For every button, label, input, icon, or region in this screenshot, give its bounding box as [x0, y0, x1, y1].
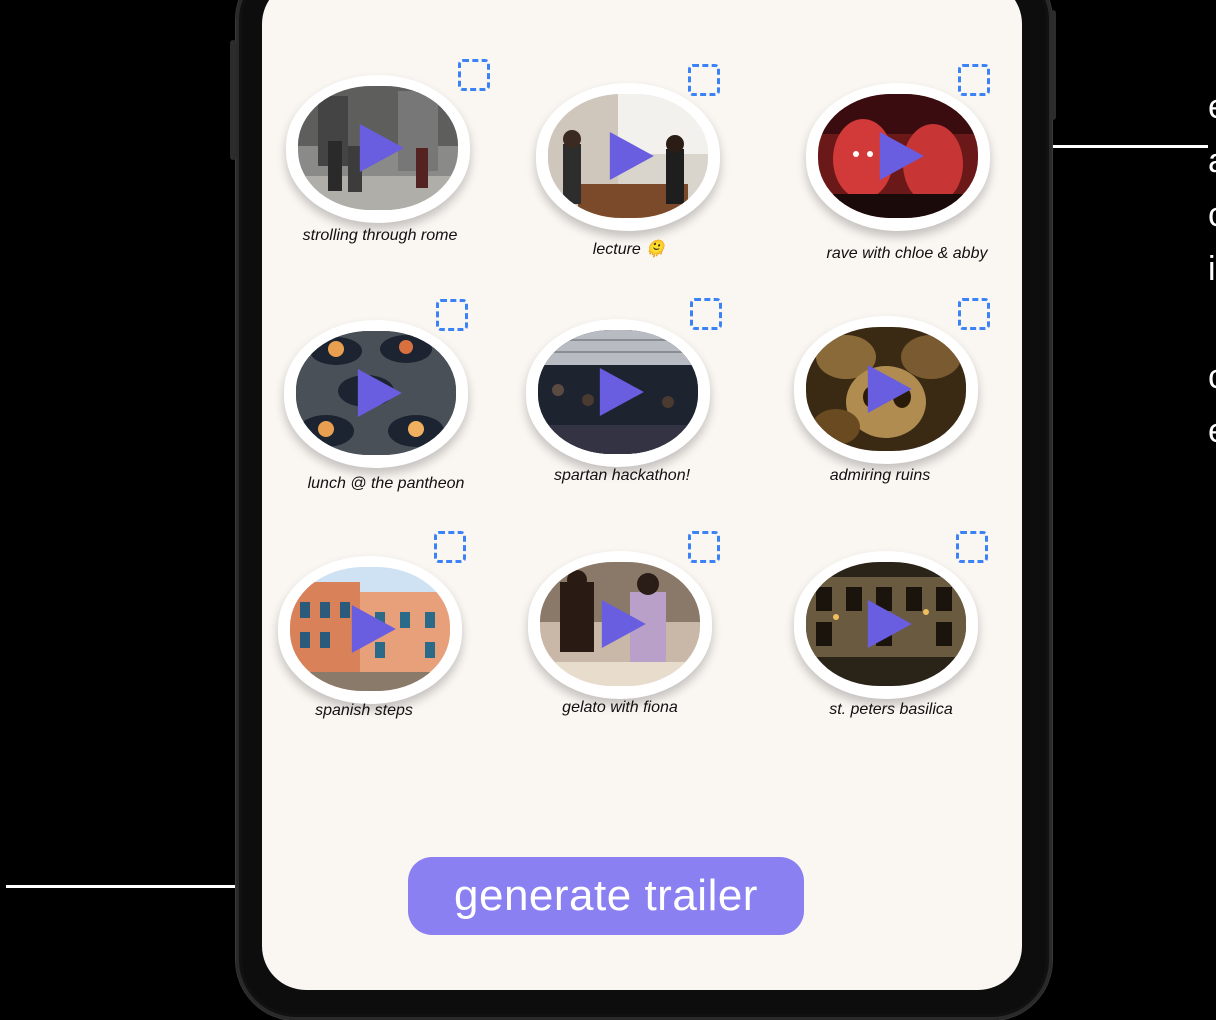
- side-text-line: c: [1208, 188, 1216, 242]
- video-tile[interactable]: lunch @ the pantheon: [282, 299, 522, 540]
- video-thumbnail[interactable]: [296, 331, 456, 455]
- generate-trailer-button[interactable]: generate trailer: [408, 857, 804, 935]
- thumbnail-frame[interactable]: [284, 320, 468, 468]
- video-thumbnail[interactable]: [290, 567, 450, 691]
- video-tile[interactable]: gelato with fiona: [526, 531, 766, 771]
- thumbnail-frame[interactable]: [526, 319, 710, 467]
- play-icon[interactable]: [356, 367, 404, 419]
- side-text-line: c: [1208, 350, 1216, 404]
- checkbox-dashed-icon[interactable]: [958, 64, 990, 96]
- video-caption: strolling through rome: [302, 227, 458, 244]
- video-tile[interactable]: spanish steps: [276, 531, 516, 776]
- video-thumbnail[interactable]: [806, 562, 966, 686]
- side-annotation-text: e a c i c e: [1208, 80, 1216, 458]
- video-tile[interactable]: spartan hackathon!: [524, 298, 764, 539]
- video-thumbnail[interactable]: [540, 562, 700, 686]
- thumbnail-frame[interactable]: [794, 316, 978, 464]
- checkbox-dashed-icon[interactable]: [956, 531, 988, 563]
- video-thumbnail[interactable]: [298, 86, 458, 210]
- video-tile[interactable]: strolling through rome: [282, 59, 522, 293]
- video-tile[interactable]: admiring ruins: [792, 298, 1022, 536]
- phone-side-button: [1050, 10, 1056, 120]
- play-icon[interactable]: [598, 366, 646, 418]
- video-caption: spanish steps: [315, 702, 413, 719]
- annotation-line-right: [1052, 145, 1208, 148]
- play-icon[interactable]: [878, 130, 926, 182]
- app-screen: strolling through rome lecture 🫠 rave wi…: [262, 0, 1022, 990]
- side-text-line: e: [1208, 404, 1216, 458]
- annotation-line-left: [6, 885, 236, 888]
- checkbox-dashed-icon[interactable]: [434, 531, 466, 563]
- checkbox-dashed-icon[interactable]: [688, 531, 720, 563]
- thumbnail-frame[interactable]: [794, 551, 978, 699]
- play-icon[interactable]: [600, 598, 648, 650]
- thumbnail-frame[interactable]: [806, 83, 990, 231]
- checkbox-dashed-icon[interactable]: [458, 59, 490, 91]
- video-caption: lunch @ the pantheon: [307, 475, 465, 492]
- thumbnail-frame[interactable]: [528, 551, 712, 699]
- video-caption: lecture 🫠: [592, 241, 666, 258]
- checkbox-dashed-icon[interactable]: [690, 298, 722, 330]
- video-thumbnail[interactable]: [538, 330, 698, 454]
- video-tile[interactable]: lecture 🫠: [532, 64, 772, 303]
- video-caption: spartan hackathon!: [553, 467, 691, 484]
- video-grid: strolling through rome lecture 🫠 rave wi…: [262, 0, 1022, 960]
- play-icon[interactable]: [866, 363, 914, 415]
- side-text-line: i: [1208, 250, 1216, 288]
- checkbox-dashed-icon[interactable]: [688, 64, 720, 96]
- side-text-line: e: [1208, 80, 1216, 134]
- play-icon[interactable]: [866, 598, 914, 650]
- video-tile[interactable]: rave with chloe & abby: [802, 64, 1022, 303]
- checkbox-dashed-icon[interactable]: [436, 299, 468, 331]
- checkbox-dashed-icon[interactable]: [958, 298, 990, 330]
- video-caption: gelato with fiona: [562, 699, 678, 716]
- play-icon[interactable]: [608, 130, 656, 182]
- thumbnail-frame[interactable]: [286, 75, 470, 223]
- play-icon[interactable]: [350, 603, 398, 655]
- play-icon[interactable]: [358, 122, 406, 174]
- video-thumbnail[interactable]: [806, 327, 966, 451]
- video-thumbnail[interactable]: [548, 94, 708, 218]
- video-caption: st. peters basilica: [829, 701, 953, 718]
- phone-side-button: [230, 40, 236, 160]
- thumbnail-frame[interactable]: [536, 83, 720, 231]
- video-caption: rave with chloe & abby: [826, 245, 988, 262]
- side-text-line: a: [1208, 134, 1216, 188]
- thumbnail-frame[interactable]: [278, 556, 462, 704]
- video-tile[interactable]: st. peters basilica: [792, 531, 1022, 771]
- video-caption: admiring ruins: [829, 467, 931, 484]
- video-thumbnail[interactable]: [818, 94, 978, 218]
